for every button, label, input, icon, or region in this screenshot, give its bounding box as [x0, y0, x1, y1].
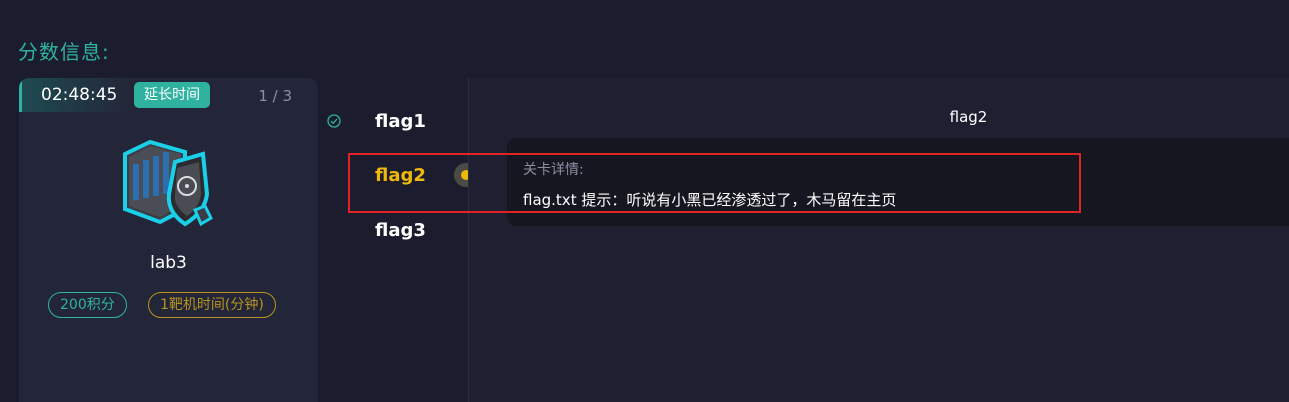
score-tag: 200积分 — [48, 292, 127, 318]
flag-item-2[interactable]: flag2 — [375, 165, 426, 186]
lab-card: 02:48:45 延长时间 1 / 3 lab3 200积分 1靶机时间(分钟) — [19, 78, 318, 402]
page-indicator: 1 / 3 — [258, 87, 292, 105]
flag-item-1[interactable]: flag1 — [375, 111, 426, 132]
server-shield-icon — [123, 139, 213, 227]
flag-list: flag1 flag2 flag3 — [318, 78, 478, 402]
detail-box — [507, 138, 1289, 226]
extend-time-button[interactable]: 延长时间 — [134, 82, 210, 108]
detail-text: flag.txt 提示：听说有小黑已经渗透过了，木马留在主页 — [523, 191, 897, 209]
detail-panel — [469, 78, 1289, 402]
detail-label: 关卡详情: — [523, 162, 584, 178]
section-title: 分数信息: — [18, 40, 110, 64]
lab-name: lab3 — [150, 253, 187, 273]
timer-bar: 02:48:45 延长时间 1 / 3 — [19, 78, 318, 112]
flag-item-3[interactable]: flag3 — [375, 220, 426, 241]
time-tag: 1靶机时间(分钟) — [148, 292, 276, 318]
check-circle-icon — [327, 114, 341, 128]
detail-title: flag2 — [949, 108, 988, 126]
countdown-timer: 02:48:45 — [41, 85, 118, 105]
